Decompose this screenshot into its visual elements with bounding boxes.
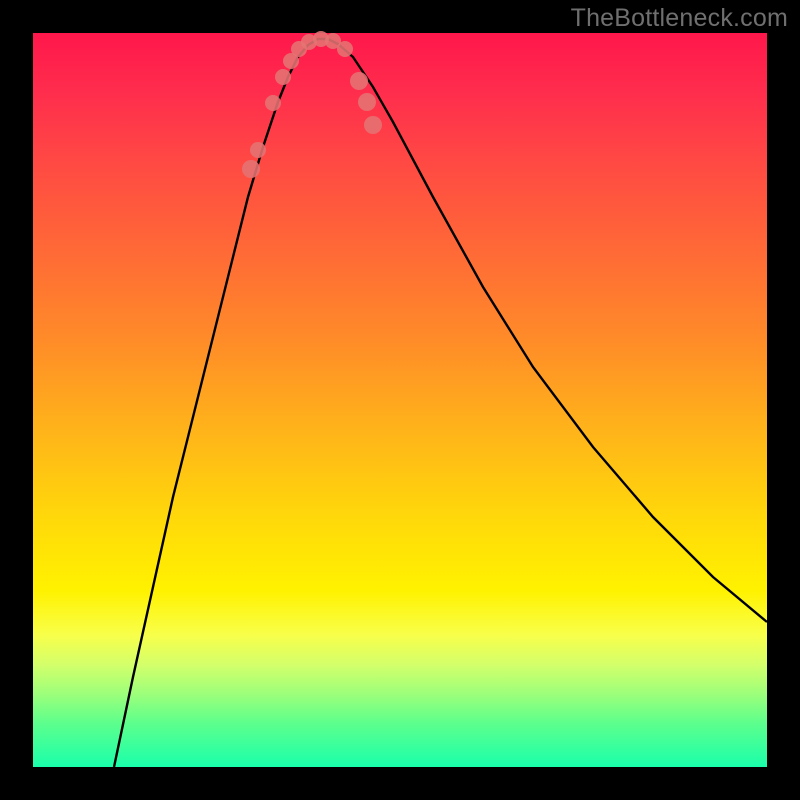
data-marker xyxy=(242,160,260,178)
data-marker xyxy=(350,72,368,90)
data-marker xyxy=(250,142,266,158)
data-marker xyxy=(337,41,353,57)
data-marker xyxy=(358,93,376,111)
bottleneck-curve xyxy=(114,39,767,767)
data-marker xyxy=(275,69,291,85)
plot-area xyxy=(33,33,767,767)
chart-frame: TheBottleneck.com xyxy=(0,0,800,800)
data-marker xyxy=(265,95,281,111)
watermark-text: TheBottleneck.com xyxy=(571,4,788,33)
curve-group xyxy=(114,39,767,767)
markers-group xyxy=(242,31,382,178)
chart-svg xyxy=(33,33,767,767)
data-marker xyxy=(364,116,382,134)
